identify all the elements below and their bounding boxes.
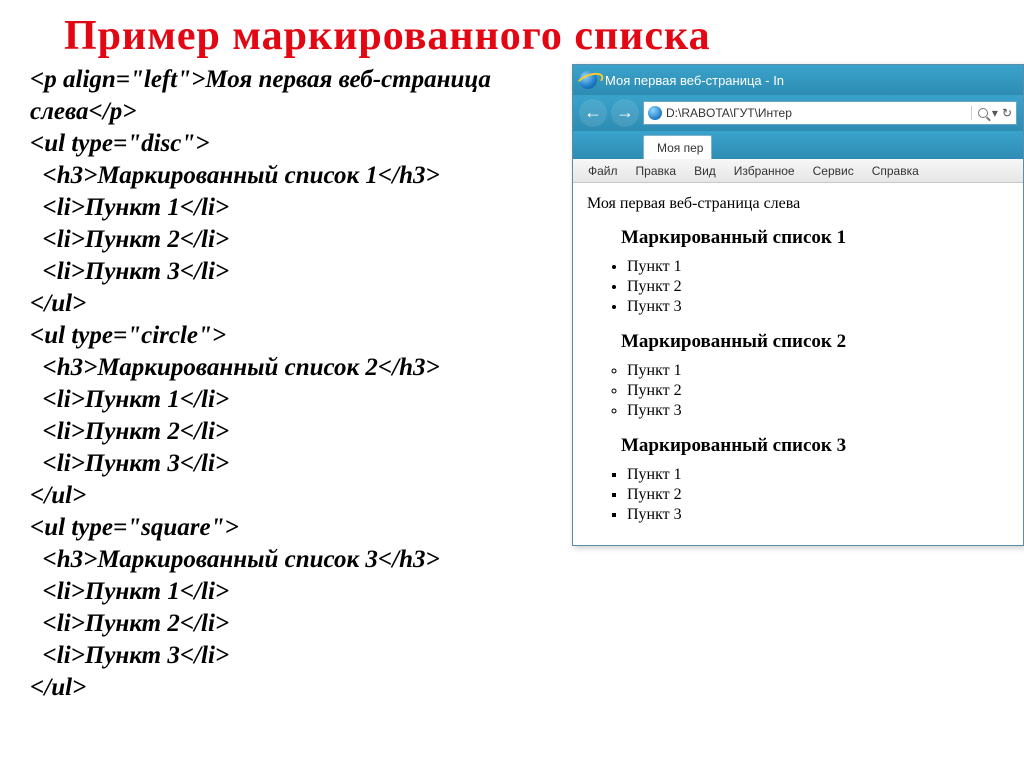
code-line: </ul> [30,480,570,512]
forward-button[interactable]: → [611,99,639,127]
bulleted-list-disc: Пункт 1 Пункт 2 Пункт 3 [593,257,1009,317]
code-line: </ul> [30,672,570,704]
window-title: Моя первая веб-страница - In [605,73,784,88]
code-line: <h3>Маркированный список 1</h3> [30,160,570,192]
list-item: Пункт 2 [627,277,1009,297]
list-item: Пункт 3 [627,297,1009,317]
code-column: <p align="left">Моя первая веб-страница … [30,64,570,704]
list-item: Пункт 2 [627,381,1009,401]
menu-edit[interactable]: Правка [627,161,686,181]
code-line: </ul> [30,288,570,320]
code-line: <li>Пункт 2</li> [30,416,570,448]
code-line: <li>Пункт 1</li> [30,384,570,416]
code-line: <h3>Маркированный список 2</h3> [30,352,570,384]
menu-view[interactable]: Вид [685,161,725,181]
window-titlebar: Моя первая веб-страница - In [573,65,1023,95]
code-line: <ul type="disc"> [30,128,570,160]
code-line: <p align="left">Моя первая веб-страница [30,64,570,96]
browser-window: Моя первая веб-страница - In ← → D:\RABO… [572,64,1024,546]
address-text: D:\RABOTA\ГУТ\Интер [666,106,792,120]
search-box[interactable]: ▾ ↻ [971,106,1012,120]
tab-bar: Моя пер [573,131,1023,159]
browser-preview: Моя первая веб-страница - In ← → D:\RABO… [570,64,1024,546]
list-heading-1: Маркированный список 1 [621,227,1009,249]
bulleted-list-circle: Пункт 1 Пункт 2 Пункт 3 [593,361,1009,421]
menu-favorites[interactable]: Избранное [725,161,804,181]
list-item: Пункт 1 [627,465,1009,485]
code-line: <li>Пункт 1</li> [30,192,570,224]
bulleted-list-square: Пункт 1 Пункт 2 Пункт 3 [593,465,1009,525]
search-dropdown-icon: ▾ [992,106,998,120]
menu-tools[interactable]: Сервис [804,161,863,181]
code-line: <ul type="circle"> [30,320,570,352]
refresh-icon[interactable]: ↻ [1002,106,1012,120]
code-line: <li>Пункт 3</li> [30,256,570,288]
tab-current[interactable]: Моя пер [643,135,712,159]
tab-label: Моя пер [657,141,703,155]
list-item: Пункт 1 [627,257,1009,277]
code-line: <li>Пункт 2</li> [30,608,570,640]
menu-help[interactable]: Справка [863,161,928,181]
list-item: Пункт 1 [627,361,1009,381]
code-line: <li>Пункт 2</li> [30,224,570,256]
address-bar[interactable]: D:\RABOTA\ГУТ\Интер ▾ ↻ [643,101,1017,125]
slide-content: <p align="left">Моя первая веб-страница … [30,64,1006,704]
list-item: Пункт 2 [627,485,1009,505]
menu-file[interactable]: Файл [579,161,627,181]
rendered-page: Моя первая веб-страница слева Маркирован… [573,183,1023,545]
nav-toolbar: ← → D:\RABOTA\ГУТ\Интер ▾ ↻ [573,95,1023,131]
search-icon [978,108,988,118]
code-line: <li>Пункт 3</li> [30,640,570,672]
slide-title: Пример маркированного списка [64,12,1006,60]
list-heading-2: Маркированный список 2 [621,331,1009,353]
list-heading-3: Маркированный список 3 [621,435,1009,457]
menu-bar: Файл Правка Вид Избранное Сервис Справка [573,159,1023,183]
code-line: <h3>Маркированный список 3</h3> [30,544,570,576]
back-button[interactable]: ← [579,99,607,127]
list-item: Пункт 3 [627,505,1009,525]
code-line: <ul type="square"> [30,512,570,544]
page-paragraph: Моя первая веб-страница слева [587,195,1009,213]
code-line: <li>Пункт 1</li> [30,576,570,608]
list-item: Пункт 3 [627,401,1009,421]
ie-logo-icon [579,71,597,89]
slide: Пример маркированного списка <p align="l… [0,0,1024,767]
code-line: слева</p> [30,96,570,128]
code-line: <li>Пункт 3</li> [30,448,570,480]
page-icon [648,106,662,120]
